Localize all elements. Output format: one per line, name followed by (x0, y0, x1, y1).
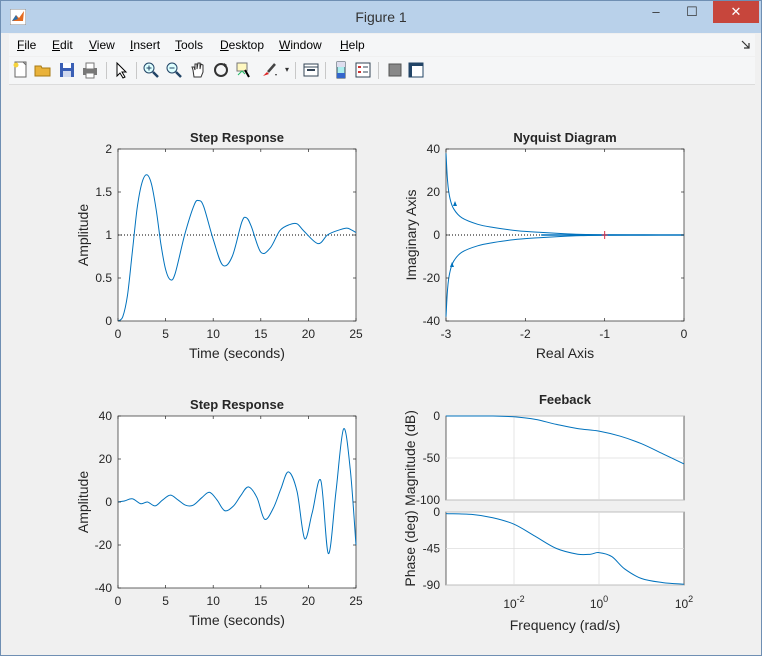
toolbar-separator (136, 62, 137, 79)
save-icon[interactable] (58, 61, 76, 79)
y-tick-label: 20 (99, 452, 113, 466)
y-tick-label: -90 (423, 578, 441, 592)
figure-window: Figure 1 – ☐ ✕ File Edit View Insert Tools De… (0, 0, 762, 656)
x-tick-label: 0 (115, 594, 122, 608)
x-axis-label: Time (seconds) (189, 345, 285, 361)
x-tick-label: 15 (254, 594, 268, 608)
brush-icon[interactable] (260, 61, 278, 79)
y-tick-label: 0.5 (95, 271, 112, 285)
close-button[interactable]: ✕ (713, 1, 759, 23)
rotate-icon[interactable] (212, 61, 230, 79)
zoom-in-icon[interactable] (142, 61, 160, 79)
tick-exponent: 0 (603, 594, 608, 604)
plot-title: Step Response (190, 130, 284, 145)
hide-plot-tools-icon[interactable] (386, 61, 404, 79)
tick-exponent: -2 (517, 594, 525, 604)
menu-file[interactable]: File (17, 38, 36, 52)
x-tick-label: 20 (302, 594, 316, 608)
pointer-icon[interactable] (112, 61, 130, 79)
show-plot-tools-icon[interactable] (407, 61, 425, 79)
menu-insert[interactable]: Insert (130, 38, 160, 52)
toolbar: ▾ (9, 57, 755, 85)
tick-base: 10 (590, 597, 604, 611)
y-tick-label: 0 (105, 314, 112, 328)
data-cursor-icon[interactable] (235, 61, 253, 79)
y-tick-label: 0 (433, 409, 440, 423)
maximize-button[interactable]: ☐ (677, 1, 707, 23)
x-tick-label: 10 (207, 327, 221, 341)
x-tick-label: -2 (520, 327, 531, 341)
y-tick-label: -20 (95, 538, 113, 552)
x-tick-label: 102 (675, 594, 693, 611)
zoom-out-icon[interactable] (165, 61, 183, 79)
x-tick-label: 15 (254, 327, 268, 341)
x-tick-label: 0 (681, 327, 688, 341)
y-tick-label: -20 (423, 271, 441, 285)
toolbar-separator (325, 62, 326, 79)
x-axis-label: Real Axis (536, 345, 594, 361)
minimize-button[interactable]: – (641, 1, 671, 23)
x-tick-label: -1 (599, 327, 610, 341)
y-tick-label: -40 (95, 581, 113, 595)
new-figure-icon[interactable] (12, 61, 30, 79)
toolbar-separator (295, 62, 296, 79)
x-tick-label: -3 (441, 327, 452, 341)
x-tick-label: 5 (162, 327, 169, 341)
y-tick-label: 40 (427, 142, 441, 156)
y-tick-label: 0 (105, 495, 112, 509)
legend-icon[interactable] (354, 61, 372, 79)
plot-title: Step Response (190, 397, 284, 412)
tick-base: 10 (503, 597, 517, 611)
figure-canvas: 0 5 10 15 20 25 0 0.5 1 1.5 2 Step Response Time (se… (9, 85, 755, 647)
x-tick-label: 20 (302, 327, 316, 341)
x-tick-label: 0 (115, 327, 122, 341)
menu-view[interactable]: View (89, 38, 115, 52)
brush-dropdown-icon[interactable]: ▾ (285, 65, 289, 74)
y-tick-label: 1 (105, 228, 112, 242)
x-tick-label: 100 (590, 594, 608, 611)
menu-window[interactable]: Window (279, 38, 322, 52)
x-tick-label: 10-2 (503, 594, 524, 611)
toolbar-separator (106, 62, 107, 79)
pan-icon[interactable] (189, 61, 207, 79)
plot-title: Nyquist Diagram (513, 130, 616, 145)
x-tick-label: 25 (349, 594, 363, 608)
menu-tools[interactable]: Tools (175, 38, 203, 52)
x-axis-label: Frequency (rad/s) (510, 617, 620, 633)
x-axis-label: Time (seconds) (189, 612, 285, 628)
plot-area: 0 5 10 15 20 2500.511.52Step ResponseTime (se… (75, 130, 693, 633)
x-tick-label: 10 (207, 594, 221, 608)
y-axis-label: Phase (deg) (402, 510, 418, 586)
tick-exponent: 2 (688, 594, 693, 604)
plot-title: Feeback (539, 392, 592, 407)
menu-bar: File Edit View Insert Tools Desktop Window Help (9, 34, 755, 56)
y-tick-label: -45 (423, 542, 441, 556)
y-tick-label: 0 (433, 505, 440, 519)
title-bar[interactable]: Figure 1 – ☐ ✕ (1, 1, 761, 33)
colorbar-icon[interactable] (332, 61, 350, 79)
menu-help[interactable]: Help (340, 38, 365, 52)
y-axis-label: Amplitude (75, 204, 91, 266)
x-tick-label: 5 (162, 594, 169, 608)
print-icon[interactable] (81, 61, 99, 79)
dock-arrow-icon[interactable] (741, 40, 751, 50)
toolbar-separator (378, 62, 379, 79)
y-tick-label: 40 (99, 409, 113, 423)
y-axis-label: Amplitude (75, 471, 91, 533)
open-file-icon[interactable] (34, 61, 52, 79)
x-tick-label: 25 (349, 327, 363, 341)
link-plot-icon[interactable] (302, 61, 320, 79)
menu-desktop[interactable]: Desktop (220, 38, 264, 52)
y-tick-label: -40 (423, 314, 441, 328)
axes-step-response-1 (117, 148, 357, 322)
y-tick-label: 0 (433, 228, 440, 242)
y-tick-label: 20 (427, 185, 441, 199)
y-tick-label: -50 (423, 451, 441, 465)
y-tick-label: 1.5 (95, 185, 112, 199)
y-axis-label: Imaginary Axis (403, 189, 419, 280)
y-axis-label: Magnitude (dB) (402, 410, 418, 506)
menu-edit[interactable]: Edit (52, 38, 73, 52)
tick-base: 10 (675, 597, 689, 611)
y-tick-label: 2 (105, 142, 112, 156)
